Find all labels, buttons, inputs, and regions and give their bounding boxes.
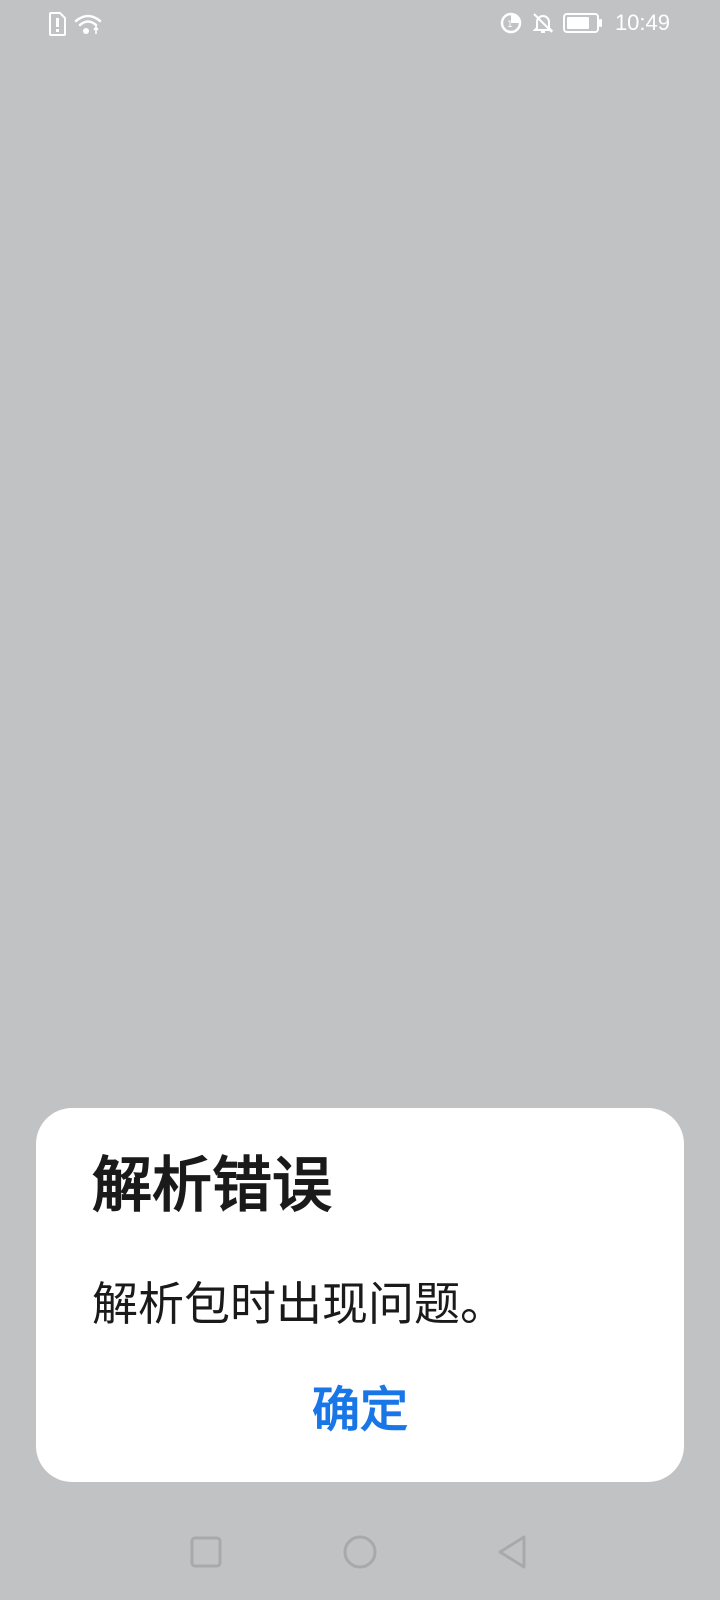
svg-text:1: 1 (507, 20, 513, 30)
data-saver-icon: 1 (499, 11, 523, 35)
sim-alert-icon (48, 12, 66, 36)
status-right-icons: 1 10:49 (499, 10, 670, 36)
bell-off-icon (531, 11, 555, 35)
dialog-message: 解析包时出现问题。 (92, 1277, 506, 1331)
battery-icon (562, 12, 603, 34)
status-left-icons (48, 12, 102, 36)
wifi-icon (74, 12, 102, 36)
navigation-bar (0, 1520, 720, 1600)
recents-square-icon[interactable] (182, 1528, 230, 1576)
dialog-title: 解析错误 (92, 1151, 332, 1221)
status-bar: 1 10:49 (0, 0, 720, 48)
back-triangle-icon[interactable] (488, 1528, 536, 1576)
home-circle-icon[interactable] (336, 1528, 384, 1576)
status-time: 10:49 (614, 10, 670, 35)
parse-error-dialog: 解析错误 解析包时出现问题。 确定 (36, 1108, 684, 1482)
confirm-button[interactable]: 确定 (36, 1374, 684, 1446)
